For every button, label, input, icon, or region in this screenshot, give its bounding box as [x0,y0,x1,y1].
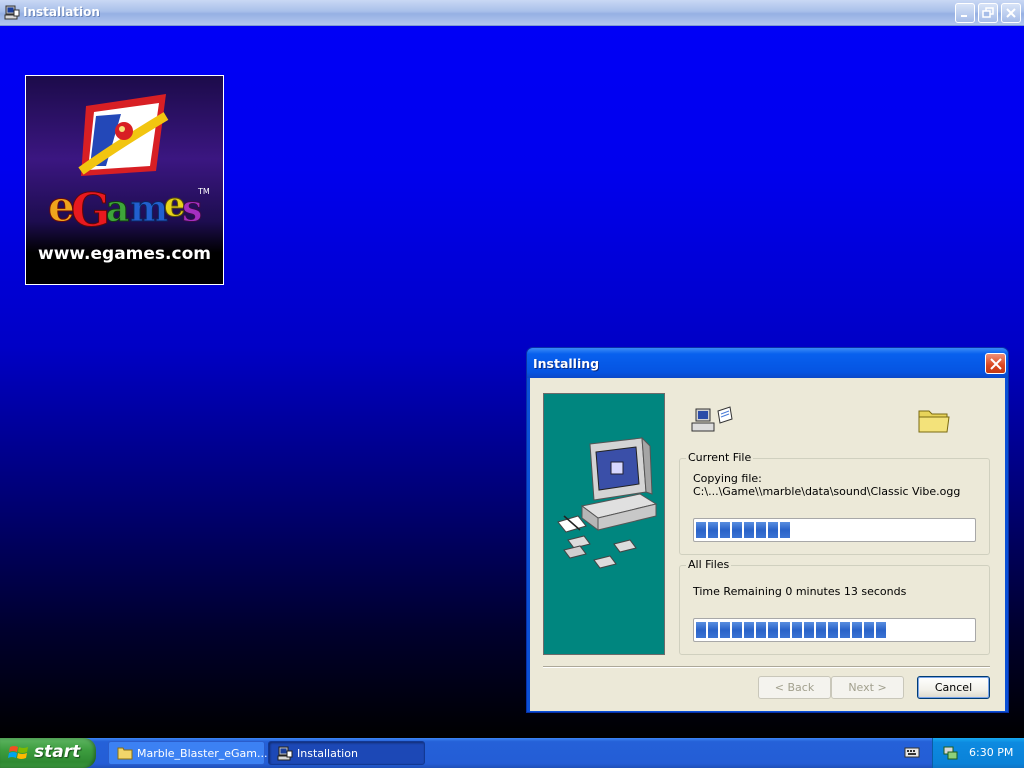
taskbar-item-installation[interactable]: Installation [268,741,425,765]
dialog-close-button[interactable] [985,353,1006,374]
current-file-group: Current File Copying file: C:\...\Game\\… [679,451,990,555]
svg-text:TM: TM [197,187,210,196]
progress-block [696,522,706,538]
progress-block [792,622,802,638]
progress-block [756,622,766,638]
clock[interactable]: 6:30 PM [969,746,1013,759]
taskbar-item-label: Marble_Blaster_eGam... [137,747,268,760]
progress-block [756,522,766,538]
main-window-titlebar[interactable]: Installation [0,0,1024,26]
dialog-separator [543,666,990,668]
current-file-progress-fill [696,522,972,538]
start-button[interactable]: start [0,738,96,768]
start-label: start [34,742,81,762]
computer-icon [557,436,658,569]
svg-text:G: G [71,183,110,237]
all-files-progress-fill [696,622,972,638]
progress-block [816,622,826,638]
progress-block [732,622,742,638]
svg-text:m: m [130,188,168,230]
dialog-titlebar[interactable]: Installing [527,348,1008,378]
installer-icon [277,746,293,761]
svg-text:a: a [106,188,129,230]
dialog-title: Installing [533,356,600,371]
copying-file-label: Copying file: [693,472,762,485]
progress-block [768,622,778,638]
progress-block [744,522,754,538]
all-files-progress-bar [693,618,976,642]
network-icon[interactable] [942,745,958,761]
windows-logo-icon [8,746,28,759]
next-button[interactable]: Next > [831,676,904,699]
main-window-title: Installation [23,5,100,19]
progress-block [744,622,754,638]
back-button[interactable]: < Back [758,676,831,699]
progress-block [708,622,718,638]
progress-block [840,622,850,638]
taskbar: start Marble_Blaster_eGam... Installatio… [0,738,1024,768]
progress-block [864,622,874,638]
current-file-progress-bar [693,518,976,542]
all-files-group: All Files Time Remaining 0 minutes 13 se… [679,558,990,655]
all-files-legend: All Files [686,558,732,571]
progress-block [696,622,706,638]
progress-block [804,622,814,638]
progress-block [720,522,730,538]
main-close-button[interactable] [1001,3,1021,23]
installing-dialog: Installing Current File Copying file: C:… [526,347,1009,713]
dialog-body: Current File Copying file: C:\...\Game\\… [530,378,1005,711]
progress-block [732,522,742,538]
progress-block [720,622,730,638]
progress-block [768,522,778,538]
progress-block [828,622,838,638]
minimize-icon [961,15,967,17]
egames-logo-graphic: e G a m e s TM [48,94,210,238]
cancel-button[interactable]: Cancel [917,676,990,699]
close-icon [990,358,1002,370]
minimize-button[interactable] [955,3,975,23]
egames-logo: e G a m e s TM www.egames.com [25,75,224,285]
time-remaining-label: Time Remaining 0 minutes 13 seconds [693,585,907,598]
folder-icon [918,410,950,433]
progress-block [876,622,886,638]
current-file-legend: Current File [686,451,754,464]
progress-block [852,622,862,638]
transfer-icon [691,406,733,432]
egames-url: www.egames.com [38,244,211,264]
folder-icon [117,747,133,760]
taskbar-item-folder[interactable]: Marble_Blaster_eGam... [108,741,268,765]
installer-side-panel [543,393,665,655]
progress-block [708,522,718,538]
system-tray: 6:30 PM [932,738,1024,768]
keyboard-icon[interactable] [904,745,920,759]
taskbar-item-label: Installation [297,747,358,760]
progress-block [780,622,790,638]
progress-block [780,522,790,538]
close-icon [1006,8,1016,18]
installer-icon [4,5,20,20]
restore-button[interactable] [978,3,998,23]
restore-icon [982,7,994,18]
current-file-path: C:\...\Game\\marble\data\sound\Classic V… [693,485,961,498]
